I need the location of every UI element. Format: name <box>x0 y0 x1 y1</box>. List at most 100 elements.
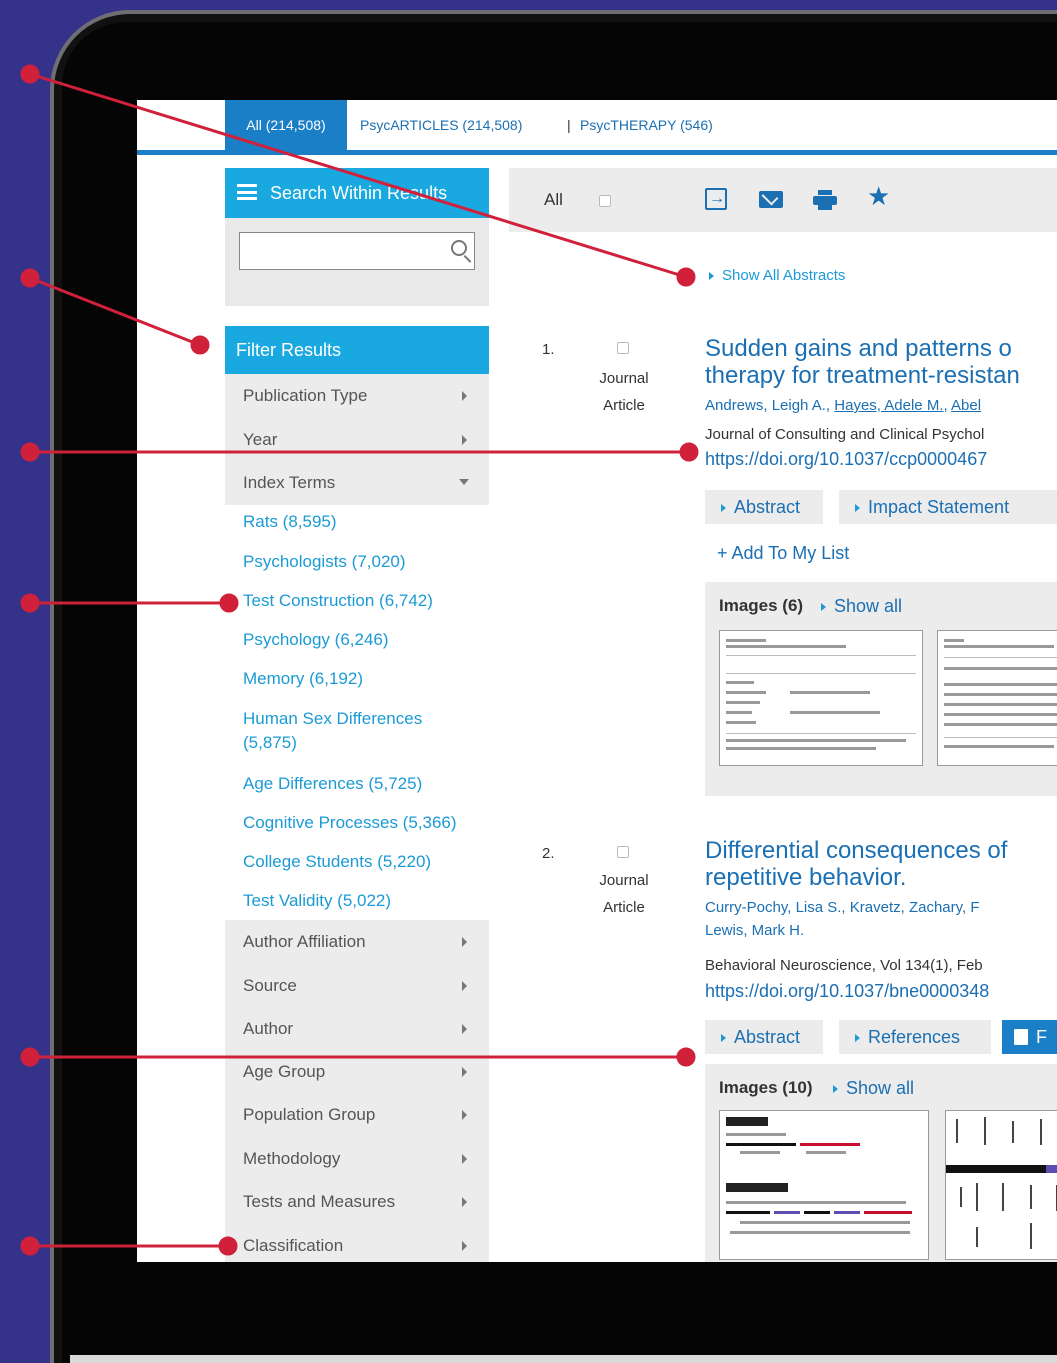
results-pane: All ★ Show All Abstracts 1. Journal Arti… <box>509 168 1057 1262</box>
index-term-link[interactable]: Age Differences (5,725) <box>243 772 483 796</box>
facet-tests-and-measures[interactable]: Tests and Measures <box>225 1180 489 1224</box>
tab-separator: | <box>567 117 571 133</box>
search-within-input[interactable] <box>239 232 475 270</box>
facet-label: Source <box>243 976 297 995</box>
chevron-right-icon <box>462 1067 467 1077</box>
facet-publication-type[interactable]: Publication Type <box>225 374 489 418</box>
images-panel: Images (10) Show all <box>705 1064 1057 1262</box>
index-term-link[interactable]: Psychology (6,246) <box>243 628 483 652</box>
facet-label: Tests and Measures <box>243 1192 396 1211</box>
image-thumbnail[interactable] <box>937 630 1057 766</box>
result-title-line: therapy for treatment-resistan <box>705 362 1020 389</box>
facet-source[interactable]: Source <box>225 964 489 1008</box>
tab-psycarticles[interactable]: PsycARTICLES (214,508) <box>360 100 522 150</box>
chevron-down-icon <box>459 479 469 485</box>
result-type-line: Article <box>603 899 645 916</box>
facet-author-affiliation[interactable]: Author Affiliation <box>225 920 489 964</box>
facet-year[interactable]: Year <box>225 418 489 462</box>
image-thumbnail[interactable] <box>945 1110 1057 1260</box>
screen: All (214,508) PsycARTICLES (214,508) | P… <box>137 100 1057 1262</box>
abstract-button[interactable]: Abstract <box>705 1020 823 1054</box>
search-within-results-toggle[interactable]: Search Within Results <box>225 168 489 218</box>
chevron-right-icon <box>462 937 467 947</box>
tablet-edge <box>70 1355 1057 1363</box>
index-term-link[interactable]: College Students (5,220) <box>243 850 483 874</box>
print-icon[interactable] <box>813 190 837 210</box>
result-title-link[interactable]: Differential consequences of repetitive … <box>705 837 1057 891</box>
chevron-right-icon <box>462 1241 467 1251</box>
facet-population-group[interactable]: Population Group <box>225 1093 489 1137</box>
result-title-link[interactable]: Sudden gains and patterns o therapy for … <box>705 335 1057 389</box>
index-term-link[interactable]: Memory (6,192) <box>243 667 483 691</box>
tab-all[interactable]: All (214,508) <box>225 100 347 150</box>
index-term-link[interactable]: Cognitive Processes (5,366) <box>243 811 483 835</box>
index-term-link[interactable]: Rats (8,595) <box>243 510 483 534</box>
impact-statement-button[interactable]: Impact Statement <box>839 490 1057 524</box>
caret-right-icon <box>855 1034 860 1043</box>
show-all-images-link[interactable]: Show all <box>821 596 902 617</box>
image-thumbnail[interactable] <box>719 1110 929 1260</box>
search-icon[interactable] <box>451 240 467 256</box>
facet-label: Author Affiliation <box>243 932 366 951</box>
facet-label: Author <box>243 1019 294 1038</box>
result-authors: Curry-Pochy, Lisa S., Kravetz, Zachary, … <box>705 899 980 939</box>
caret-right-icon <box>709 272 714 281</box>
tab-psyctherapy[interactable]: PsycTHERAPY (546) <box>580 100 713 150</box>
abstract-label: Abstract <box>734 497 801 517</box>
index-term-link[interactable]: Test Construction (6,742) <box>243 589 483 613</box>
index-term-link[interactable]: Psychologists (7,020) <box>243 550 483 574</box>
result-number: 2. <box>542 845 555 862</box>
author-line: Lewis, Mark H. <box>705 922 805 939</box>
result-title-line: repetitive behavior. <box>705 864 907 891</box>
index-term-link[interactable]: Test Validity (5,022) <box>243 889 483 913</box>
menu-icon <box>237 184 257 200</box>
references-button[interactable]: References <box>839 1020 991 1054</box>
show-all-label: Show all <box>846 1078 915 1098</box>
caret-right-icon <box>721 1034 726 1043</box>
result-doi-link[interactable]: https://doi.org/10.1037/ccp0000467 <box>705 449 987 470</box>
facet-label: Year <box>243 430 278 449</box>
author-line: Curry-Pochy, Lisa S., Kravetz, Zachary, … <box>705 899 980 916</box>
add-to-my-list-link[interactable]: + Add To My List <box>717 543 849 564</box>
result-type-line: Journal <box>599 370 649 387</box>
facet-label: Classification <box>243 1236 344 1255</box>
result-number: 1. <box>542 341 555 358</box>
chevron-right-icon <box>462 981 467 991</box>
star-icon[interactable]: ★ <box>867 183 890 209</box>
author-link[interactable]: Hayes, Adele M. <box>834 397 943 414</box>
chevron-right-icon <box>462 1197 467 1207</box>
filter-results-header: Filter Results <box>225 326 489 374</box>
result-checkbox[interactable] <box>617 342 629 354</box>
image-thumbnail[interactable] <box>719 630 923 766</box>
show-all-abstracts-link[interactable]: Show All Abstracts <box>709 267 845 284</box>
index-term-link[interactable]: Human Sex Differences (5,875) <box>243 707 463 755</box>
email-icon[interactable] <box>759 191 783 208</box>
show-all-images-link[interactable]: Show all <box>833 1078 914 1099</box>
facet-author[interactable]: Author <box>225 1007 489 1051</box>
facet-label: Index Terms <box>243 473 336 492</box>
pdf-button[interactable]: F <box>1002 1020 1057 1054</box>
result-doi-link[interactable]: https://doi.org/10.1037/bne0000348 <box>705 981 989 1002</box>
show-all-abstracts-label: Show All Abstracts <box>722 267 846 284</box>
facet-classification[interactable]: Classification <box>225 1224 489 1262</box>
search-within-panel <box>225 218 489 306</box>
select-all-label: All <box>544 190 563 209</box>
result-title-line: Differential consequences of <box>705 837 1008 864</box>
facet-methodology[interactable]: Methodology <box>225 1137 489 1181</box>
facet-label: Age Group <box>243 1062 326 1081</box>
facet-index-terms[interactable]: Index Terms <box>225 461 489 505</box>
results-toolbar: All ★ <box>509 168 1057 232</box>
result-checkbox[interactable] <box>617 846 629 858</box>
callout-dot <box>20 593 40 613</box>
caret-right-icon <box>855 504 860 513</box>
facet-label: Publication Type <box>243 386 368 405</box>
abstract-button[interactable]: Abstract <box>705 490 823 524</box>
author-separator: , <box>825 397 835 414</box>
callout-dot <box>20 268 40 288</box>
author-link[interactable]: Abel <box>951 397 981 414</box>
callout-dot <box>20 1236 40 1256</box>
export-icon[interactable] <box>705 188 727 210</box>
facet-age-group[interactable]: Age Group <box>225 1050 489 1094</box>
chevron-right-icon <box>462 435 467 445</box>
select-all-checkbox[interactable] <box>599 195 611 207</box>
